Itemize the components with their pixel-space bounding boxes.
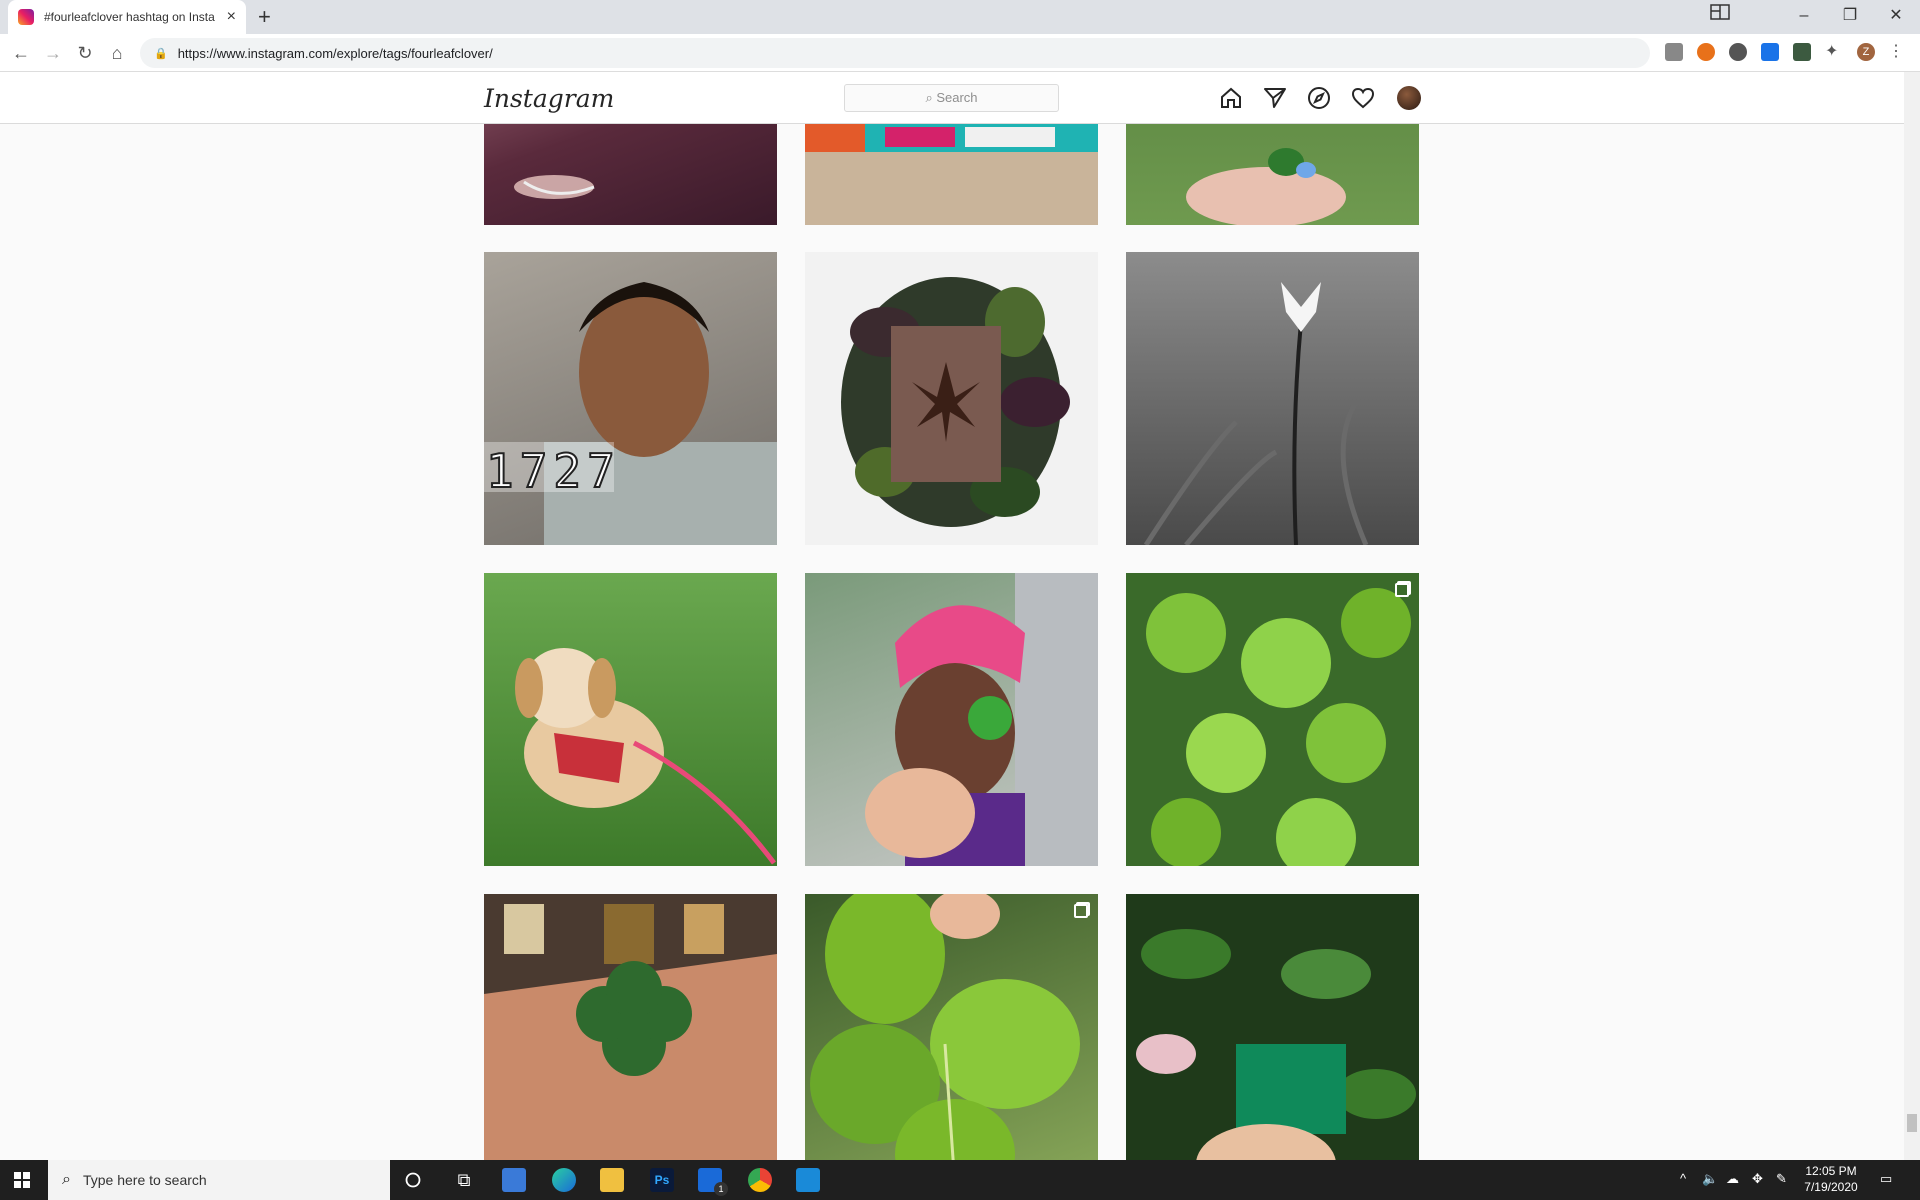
dropbox-icon[interactable]: ✥ <box>1752 1171 1763 1187</box>
minimize-icon[interactable]: – <box>1784 2 1824 30</box>
post-thumbnail[interactable] <box>805 573 1098 866</box>
file-explorer-icon[interactable] <box>600 1168 624 1192</box>
instagram-header: Instagram ⌕ Search <box>0 72 1904 124</box>
browser-toolbar: ← → ↻ ⌂ 🔒 https://www.instagram.com/expl… <box>0 34 1920 72</box>
tab-strip: #fourleafclover hashtag on Insta × + – ❐… <box>0 0 1920 34</box>
taskbar-search-box[interactable]: ⌕ Type here to search <box>48 1160 390 1200</box>
taskbar-search-placeholder: Type here to search <box>82 1172 207 1188</box>
restore-icon[interactable]: ❐ <box>1830 2 1870 30</box>
clock-date: 7/19/2020 <box>1804 1180 1858 1194</box>
extension-orange-icon[interactable] <box>1697 43 1715 61</box>
profile-avatar[interactable]: Z <box>1857 43 1875 61</box>
post-thumbnail[interactable] <box>805 124 1098 225</box>
windows-start-icon[interactable] <box>14 1172 30 1188</box>
task-view-icon[interactable]: ⧉ <box>452 1168 476 1192</box>
photoshop-icon[interactable]: Ps <box>650 1168 674 1192</box>
screen-recorder-icon[interactable] <box>796 1168 820 1192</box>
extension-blue-icon[interactable] <box>1761 43 1779 61</box>
instagram-favicon-icon <box>18 9 34 25</box>
page-scrollbar[interactable] <box>1904 72 1920 1160</box>
profile-avatar[interactable] <box>1397 86 1421 110</box>
multiple-images-icon <box>1074 904 1088 918</box>
notifications-icon[interactable]: ▭ <box>1880 1171 1892 1187</box>
post-thumbnail[interactable] <box>1126 252 1419 545</box>
reload-icon[interactable]: ↻ <box>72 40 98 66</box>
volume-icon[interactable]: 🔈 <box>1702 1171 1718 1187</box>
post-thumbnail[interactable] <box>484 124 777 225</box>
tab-title: #fourleafclover hashtag on Insta <box>44 10 215 24</box>
windows-taskbar: ⌕ Type here to search ⧉ Ps 1 ^ 🔈 ☁ ✥ ✎ 1… <box>0 1160 1920 1200</box>
browser-tab[interactable]: #fourleafclover hashtag on Insta × <box>8 0 246 34</box>
forward-arrow-icon[interactable]: → <box>40 40 66 66</box>
extension-green-icon[interactable] <box>1793 43 1811 61</box>
tab-search-icon[interactable] <box>1700 2 1740 30</box>
home-icon[interactable]: ⌂ <box>104 40 130 66</box>
multiple-images-icon <box>1395 583 1409 597</box>
address-bar[interactable]: 🔒 https://www.instagram.com/explore/tags… <box>140 38 1650 68</box>
search-icon: ⌕ <box>62 1171 71 1188</box>
clock-time: 12:05 PM <box>1805 1164 1857 1178</box>
instagram-logo[interactable]: Instagram <box>484 84 614 113</box>
post-thumbnail[interactable]: 1727 <box>484 252 777 545</box>
search-icon: ⌕ <box>925 90 937 105</box>
extension-g-icon[interactable] <box>1665 43 1683 61</box>
extension-circle-icon[interactable] <box>1729 43 1747 61</box>
close-window-icon[interactable]: ✕ <box>1876 2 1916 30</box>
cortana-icon[interactable] <box>405 1172 421 1188</box>
activity-heart-icon[interactable] <box>1351 86 1375 110</box>
mail-icon[interactable]: 1 <box>698 1168 728 1196</box>
lock-icon: 🔒 <box>154 47 168 60</box>
post-thumbnail[interactable] <box>805 894 1098 1160</box>
pen-icon[interactable]: ✎ <box>1776 1171 1787 1187</box>
new-tab-button[interactable]: + <box>258 4 271 30</box>
chrome-icon[interactable] <box>748 1168 772 1192</box>
url-text: https://www.instagram.com/explore/tags/f… <box>177 45 493 61</box>
post-thumbnail[interactable] <box>805 252 1098 545</box>
edge-browser-icon[interactable] <box>552 1168 576 1192</box>
post-thumbnail[interactable] <box>1126 124 1419 225</box>
post-thumbnail[interactable] <box>484 573 777 866</box>
microsoft-store-icon[interactable] <box>502 1168 526 1192</box>
tab-close-icon[interactable]: × <box>227 8 236 26</box>
scrollbar-thumb[interactable] <box>1907 1114 1917 1132</box>
post-thumbnail[interactable] <box>1126 573 1419 866</box>
back-arrow-icon[interactable]: ← <box>8 40 34 66</box>
mail-badge: 1 <box>714 1182 728 1196</box>
post-thumbnail[interactable] <box>484 894 777 1160</box>
onedrive-icon[interactable]: ☁ <box>1726 1171 1739 1187</box>
menu-dots-icon[interactable]: ⋮ <box>1887 43 1905 61</box>
overlay-number: 1727 <box>485 443 621 499</box>
explore-compass-icon[interactable] <box>1307 86 1331 110</box>
extensions-puzzle-icon[interactable]: ✦ <box>1825 43 1843 61</box>
direct-message-icon[interactable] <box>1263 86 1287 110</box>
home-icon[interactable] <box>1219 86 1243 110</box>
search-placeholder: Search <box>936 90 978 105</box>
tray-chevron-icon[interactable]: ^ <box>1680 1171 1686 1186</box>
system-clock[interactable]: 12:05 PM 7/19/2020 <box>1796 1163 1866 1195</box>
post-grid: 1727 <box>0 124 1904 1160</box>
search-input[interactable]: ⌕ Search <box>844 84 1059 112</box>
post-thumbnail[interactable] <box>1126 894 1419 1160</box>
